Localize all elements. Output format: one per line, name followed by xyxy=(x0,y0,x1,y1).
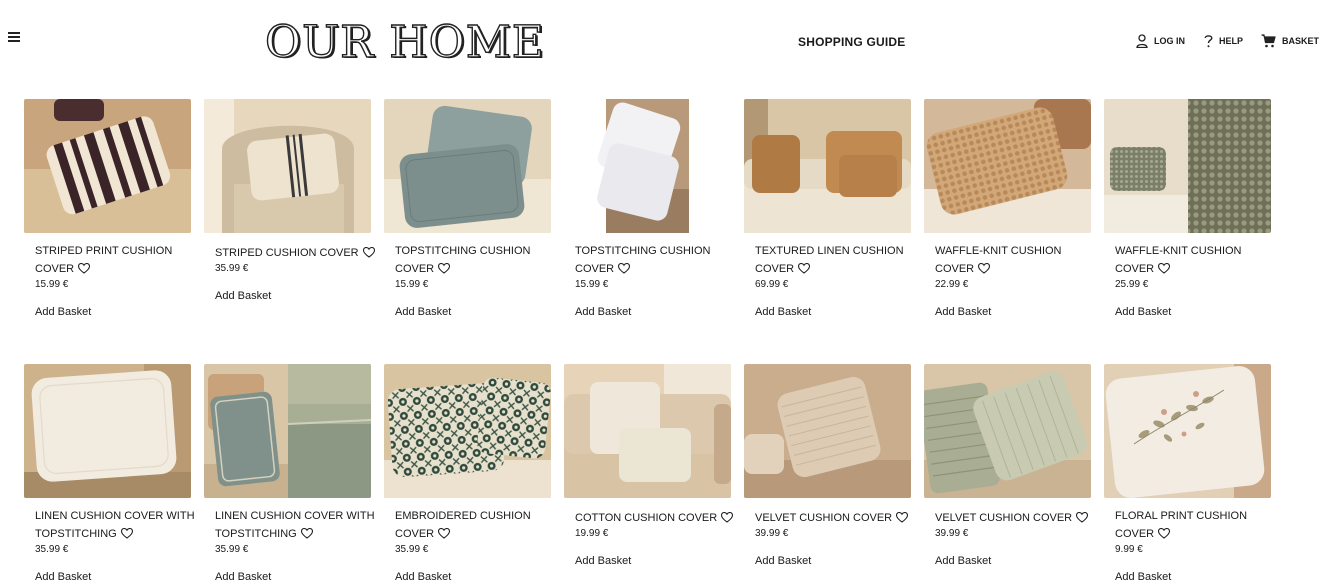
product-image[interactable] xyxy=(1104,364,1271,498)
add-basket-button[interactable]: Add Basket xyxy=(575,306,631,318)
heart-icon[interactable] xyxy=(120,528,133,539)
product-image[interactable] xyxy=(204,364,371,498)
product-name[interactable]: WAFFLE-KNIT CUSHION COVER xyxy=(935,242,1095,278)
product-price: 35.99 € xyxy=(215,544,249,555)
user-icon xyxy=(1136,34,1148,48)
heart-icon[interactable] xyxy=(1158,528,1171,539)
product-price: 35.99 € xyxy=(35,544,69,555)
product-price: 15.99 € xyxy=(35,279,69,290)
product-price: 25.99 € xyxy=(1115,279,1149,290)
add-basket-button[interactable]: Add Basket xyxy=(395,306,451,318)
product-price: 35.99 € xyxy=(395,544,429,555)
product-image[interactable] xyxy=(384,99,551,233)
product-image[interactable] xyxy=(24,364,191,498)
menu-icon[interactable] xyxy=(8,31,21,42)
product-name[interactable]: EMBROIDERED CUSHION COVER xyxy=(395,507,555,543)
product-image[interactable] xyxy=(24,99,191,233)
add-basket-button[interactable]: Add Basket xyxy=(215,290,271,302)
help-link[interactable]: HELP xyxy=(1204,34,1243,48)
product-price: 15.99 € xyxy=(575,279,609,290)
heart-icon[interactable] xyxy=(978,263,991,274)
site-logo[interactable]: OUR HOME xyxy=(264,16,545,70)
product-name[interactable]: LINEN CUSHION COVER WITH TOPSTITCHING xyxy=(215,507,375,543)
product-name[interactable]: STRIPED PRINT CUSHION COVER xyxy=(35,242,195,278)
product-image[interactable] xyxy=(384,364,551,498)
basket-label: BASKET xyxy=(1282,36,1319,46)
product-image[interactable] xyxy=(1104,99,1271,233)
heart-icon[interactable] xyxy=(1076,512,1089,523)
add-basket-button[interactable]: Add Basket xyxy=(755,555,811,567)
add-basket-button[interactable]: Add Basket xyxy=(215,571,271,583)
product-name[interactable]: FLORAL PRINT CUSHION COVER xyxy=(1115,507,1275,543)
product-price: 35.99 € xyxy=(215,263,249,274)
product-price: 9.99 € xyxy=(1115,544,1143,555)
product-price: 22.99 € xyxy=(935,279,969,290)
heart-icon[interactable] xyxy=(78,263,91,274)
product-image[interactable] xyxy=(204,99,371,233)
heart-icon[interactable] xyxy=(618,263,631,274)
product-price: 69.99 € xyxy=(755,279,789,290)
add-basket-button[interactable]: Add Basket xyxy=(395,571,451,583)
shopping-guide-link[interactable]: SHOPPING GUIDE xyxy=(798,35,905,49)
heart-icon[interactable] xyxy=(300,528,313,539)
product-name[interactable]: TOPSTITCHING CUSHION COVER xyxy=(395,242,555,278)
add-basket-button[interactable]: Add Basket xyxy=(935,555,991,567)
product-image[interactable] xyxy=(924,364,1091,498)
product-name[interactable]: LINEN CUSHION COVER WITH TOPSTITCHING xyxy=(35,507,195,543)
add-basket-button[interactable]: Add Basket xyxy=(755,306,811,318)
add-basket-button[interactable]: Add Basket xyxy=(35,571,91,583)
basket-link[interactable]: BASKET xyxy=(1261,34,1319,48)
product-image[interactable] xyxy=(924,99,1091,233)
heart-icon[interactable] xyxy=(1158,263,1171,274)
product-name[interactable]: WAFFLE-KNIT CUSHION COVER xyxy=(1115,242,1275,278)
product-image[interactable] xyxy=(564,364,731,498)
heart-icon[interactable] xyxy=(721,512,734,523)
heart-icon[interactable] xyxy=(362,247,375,258)
product-price: 19.99 € xyxy=(575,528,609,539)
login-label: LOG IN xyxy=(1154,36,1185,46)
login-link[interactable]: LOG IN xyxy=(1136,34,1185,48)
add-basket-button[interactable]: Add Basket xyxy=(575,555,631,567)
question-icon xyxy=(1204,35,1213,48)
cart-icon xyxy=(1261,34,1276,48)
product-name[interactable]: STRIPED CUSHION COVER xyxy=(215,244,375,262)
add-basket-button[interactable]: Add Basket xyxy=(935,306,991,318)
heart-icon[interactable] xyxy=(438,528,451,539)
product-price: 15.99 € xyxy=(395,279,429,290)
add-basket-button[interactable]: Add Basket xyxy=(35,306,91,318)
product-image[interactable] xyxy=(564,99,731,233)
add-basket-button[interactable]: Add Basket xyxy=(1115,306,1171,318)
add-basket-button[interactable]: Add Basket xyxy=(1115,571,1171,583)
heart-icon[interactable] xyxy=(896,512,909,523)
product-name[interactable]: VELVET CUSHION COVER xyxy=(755,509,915,527)
product-price: 39.99 € xyxy=(935,528,969,539)
product-name[interactable]: TOPSTITCHING CUSHION COVER xyxy=(575,242,735,278)
heart-icon[interactable] xyxy=(798,263,811,274)
heart-icon[interactable] xyxy=(438,263,451,274)
product-name[interactable]: COTTON CUSHION COVER xyxy=(575,509,735,527)
product-price: 39.99 € xyxy=(755,528,789,539)
product-image[interactable] xyxy=(744,364,911,498)
help-label: HELP xyxy=(1219,36,1244,46)
product-image[interactable] xyxy=(744,99,911,233)
product-name[interactable]: VELVET CUSHION COVER xyxy=(935,509,1095,527)
product-name[interactable]: TEXTURED LINEN CUSHION COVER xyxy=(755,242,915,278)
